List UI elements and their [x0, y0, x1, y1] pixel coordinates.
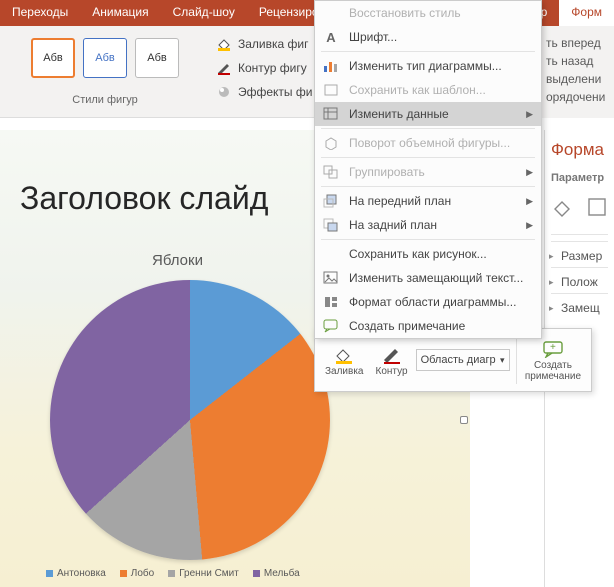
svg-text:+: + — [550, 342, 556, 353]
legend-item-4: Мельба — [264, 568, 300, 579]
shape-style-2[interactable]: Абв — [83, 38, 127, 78]
ctx-item-2[interactable]: Изменить тип диаграммы... — [315, 54, 541, 78]
chart-legend[interactable]: Антоновка Лобо Гренни Смит Мельба — [46, 568, 300, 579]
ctx-icon — [321, 217, 341, 233]
pie-chart[interactable] — [50, 280, 330, 560]
submenu-arrow-icon: ▶ — [526, 220, 533, 231]
ctx-item-1[interactable]: A Шрифт... — [315, 25, 541, 49]
comment-icon: + — [541, 338, 565, 360]
ctx-icon — [321, 270, 341, 286]
shape-effects-button[interactable]: Эффекты фи — [214, 82, 316, 102]
format-pane-title: Форма — [551, 140, 608, 160]
ctx-icon — [321, 294, 341, 310]
ctx-label: На передний план — [349, 194, 451, 208]
ctx-item-9[interactable]: Сохранить как рисунок... — [315, 242, 541, 266]
shape-fill-label: Заливка фиг — [238, 37, 308, 51]
ctx-icon — [321, 5, 341, 21]
ctx-item-12[interactable]: Создать примечание — [315, 314, 541, 338]
arrange-group-truncated: ть вперед ть назад выделени орядочени — [542, 26, 614, 118]
selection-pane-button[interactable]: выделени — [546, 70, 614, 88]
submenu-arrow-icon: ▶ — [526, 196, 533, 207]
shape-fill-button[interactable]: Заливка фиг — [214, 34, 316, 54]
ctx-icon — [321, 58, 341, 74]
shape-effects-label: Эффекты фи — [238, 85, 312, 99]
submenu-arrow-icon: ▶ — [526, 167, 533, 178]
fill-bucket-icon — [216, 36, 232, 52]
fill-line-category-icon[interactable] — [551, 194, 575, 220]
effects-icon — [216, 84, 232, 100]
submenu-arrow-icon: ▶ — [526, 109, 533, 120]
shape-style-3[interactable]: Абв — [135, 38, 179, 78]
bring-forward-button[interactable]: ть вперед — [546, 34, 614, 52]
ctx-label: Изменить замещающий текст... — [349, 271, 523, 285]
fill-bucket-icon — [332, 344, 356, 366]
chevron-down-icon: ▾ — [500, 355, 505, 366]
send-backward-button[interactable]: ть назад — [546, 52, 614, 70]
outline-pen-icon — [216, 60, 232, 76]
ctx-label: Создать примечание — [349, 319, 465, 333]
ctx-label: Восстановить стиль — [349, 6, 461, 20]
mini-fill-label: Заливка — [325, 366, 364, 377]
ctx-item-4[interactable]: Изменить данные ▶ — [315, 102, 541, 126]
mini-outline-button[interactable]: Контур — [372, 342, 412, 379]
chart-element-selector[interactable]: Область диагр ▾ — [416, 349, 510, 371]
ctx-label: Шрифт... — [349, 30, 397, 44]
chart-title[interactable]: Яблоки — [152, 252, 203, 269]
size-category-icon[interactable] — [585, 194, 609, 220]
shape-style-1[interactable]: Абв — [31, 38, 75, 78]
ctx-label: Изменить тип диаграммы... — [349, 59, 502, 73]
mini-comment-label-2: примечание — [525, 371, 581, 382]
ctx-icon — [321, 164, 341, 180]
align-button[interactable]: орядочени — [546, 88, 614, 106]
ctx-item-7[interactable]: На передний план ▶ — [315, 189, 541, 213]
shape-styles-label: Стили фигур — [8, 94, 202, 106]
shape-format-buttons: Заливка фиг Контур фигу Эффекты фи — [210, 26, 320, 117]
format-section-alttext[interactable]: Замещ — [551, 293, 608, 315]
shape-styles-group: Абв Абв Абв Стили фигур — [0, 26, 210, 117]
ctx-icon: A — [321, 29, 341, 45]
ctx-label: Формат области диаграммы... — [349, 295, 516, 309]
format-section-position[interactable]: Полож — [551, 267, 608, 289]
ctx-icon — [321, 246, 341, 262]
ctx-label: Поворот объемной фигуры... — [349, 136, 510, 150]
mini-comment-button[interactable]: + Создать примечание — [516, 336, 585, 384]
ctx-label: Группировать — [349, 165, 425, 179]
context-menu: Восстановить стиль A Шрифт... Изменить тип … — [314, 0, 542, 339]
ctx-item-8[interactable]: На задний план ▶ — [315, 213, 541, 237]
ctx-item-3: Сохранить как шаблон... — [315, 78, 541, 102]
legend-item-1: Антоновка — [57, 568, 106, 579]
tab-slideshow[interactable]: Слайд-шоу — [161, 0, 247, 26]
outline-pen-icon — [380, 344, 404, 366]
ctx-icon — [321, 318, 341, 334]
ctx-icon — [321, 193, 341, 209]
mini-fill-button[interactable]: Заливка — [321, 342, 368, 379]
ctx-icon — [321, 106, 341, 122]
ctx-item-11[interactable]: Формат области диаграммы... — [315, 290, 541, 314]
format-section-size[interactable]: Размер — [551, 241, 608, 263]
ctx-item-5: Поворот объемной фигуры... — [315, 131, 541, 155]
ctx-label: Изменить данные — [349, 107, 449, 121]
ctx-item-6: Группировать ▶ — [315, 160, 541, 184]
legend-item-2: Лобо — [131, 568, 154, 579]
mini-comment-label-1: Создать — [534, 360, 572, 371]
chart-element-selector-text: Область диагр — [421, 354, 496, 366]
ctx-icon — [321, 135, 341, 151]
ctx-label: На задний план — [349, 218, 437, 232]
shape-outline-button[interactable]: Контур фигу — [214, 58, 316, 78]
ctx-label: Сохранить как шаблон... — [349, 83, 486, 97]
tab-animations[interactable]: Анимация — [80, 0, 160, 26]
format-pane-subtitle: Параметр — [551, 172, 608, 184]
mini-outline-label: Контур — [376, 366, 408, 377]
ctx-item-10[interactable]: Изменить замещающий текст... — [315, 266, 541, 290]
ctx-item-0: Восстановить стиль — [315, 1, 541, 25]
ctx-label: Сохранить как рисунок... — [349, 247, 487, 261]
shape-outline-label: Контур фигу — [238, 61, 307, 75]
tab-transitions[interactable]: Переходы — [0, 0, 80, 26]
legend-item-3: Гренни Смит — [179, 568, 239, 579]
tab-format[interactable]: Форм — [559, 0, 614, 26]
slide-title-placeholder[interactable]: Заголовок слайд — [20, 180, 268, 217]
selection-handle[interactable] — [460, 416, 468, 424]
ctx-icon — [321, 82, 341, 98]
